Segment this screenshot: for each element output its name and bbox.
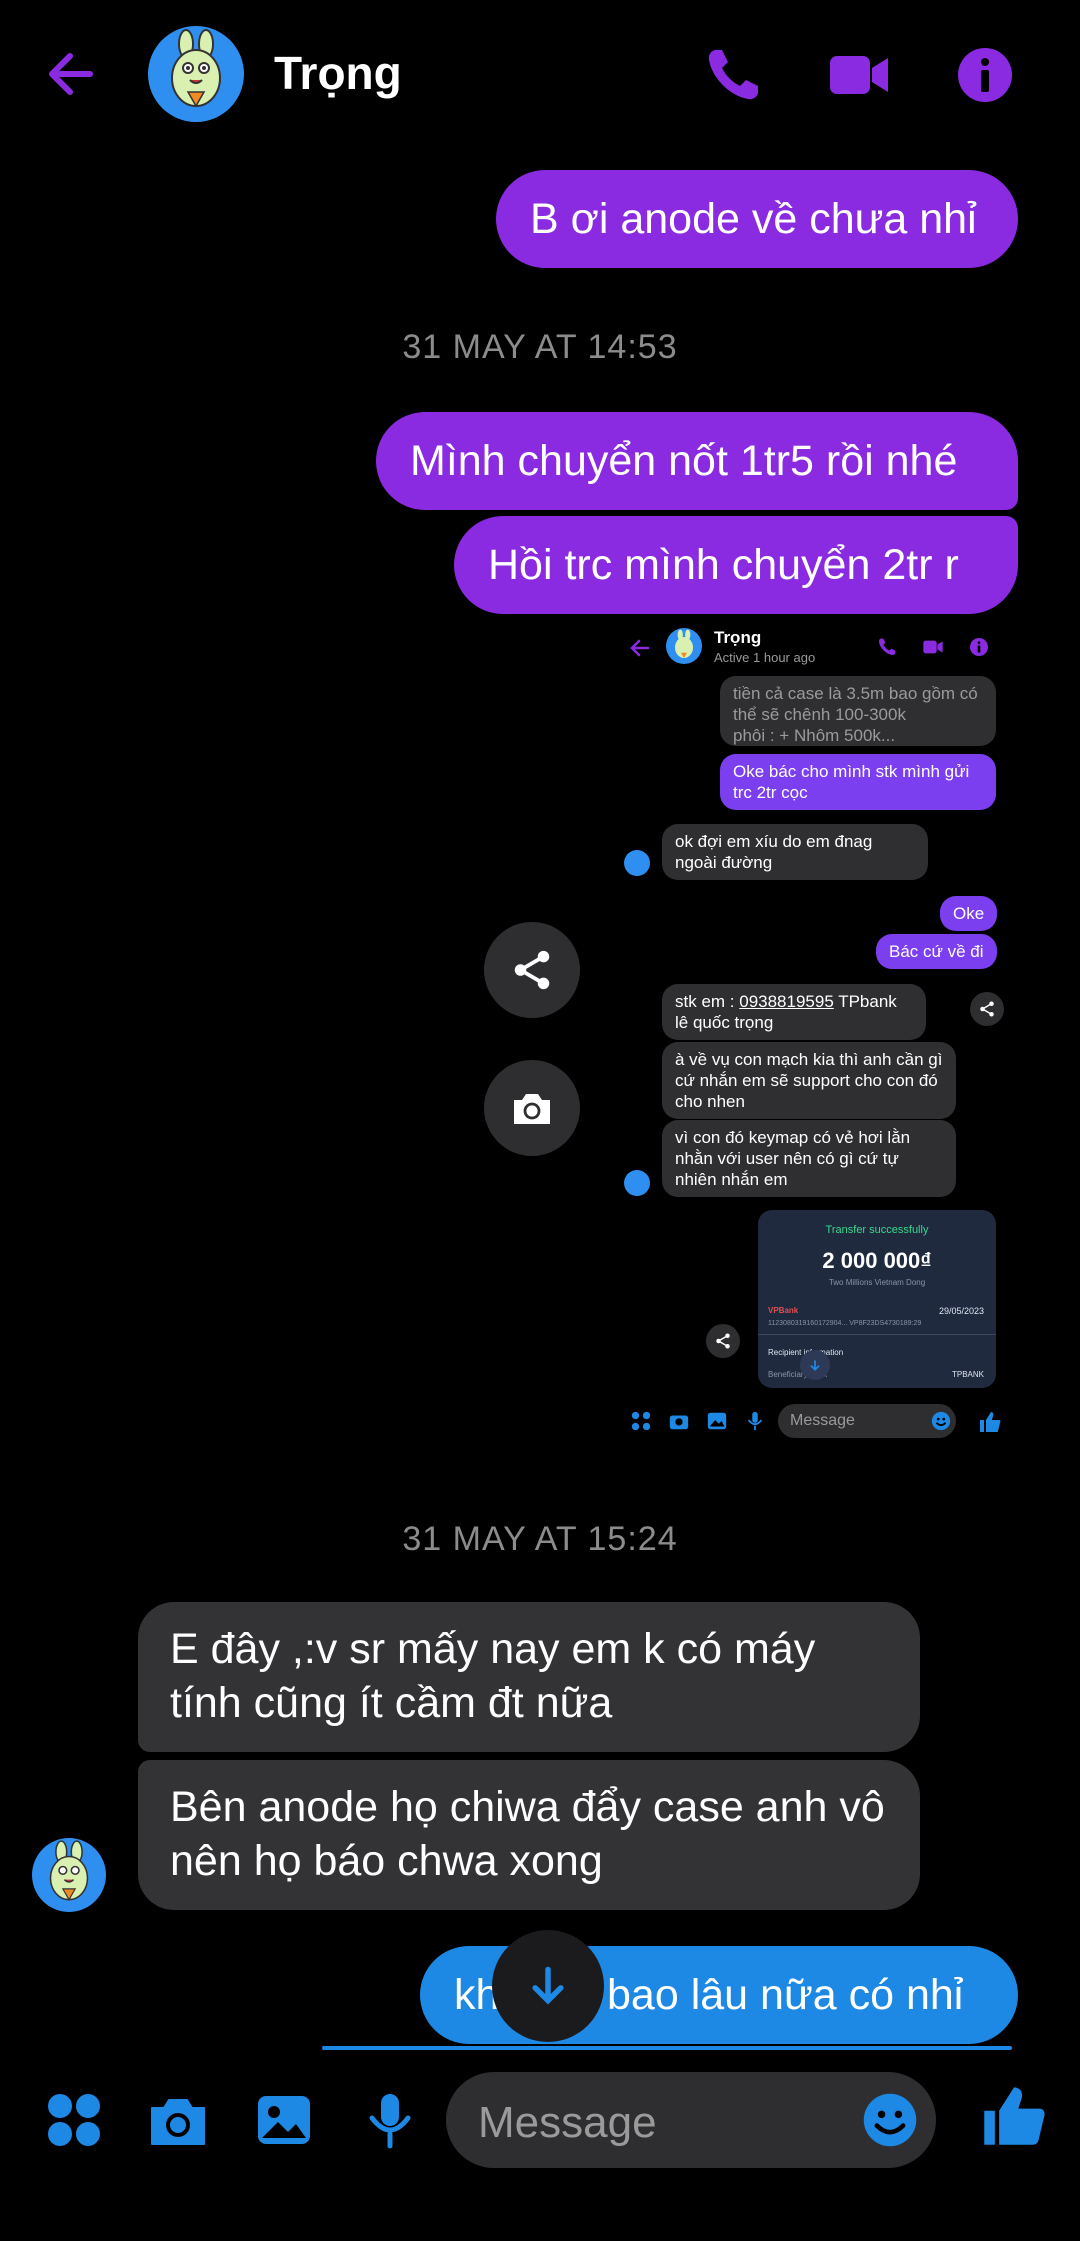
share-icon xyxy=(706,1324,740,1358)
divider xyxy=(758,1334,996,1335)
incoming-message: tiền cả case là 3.5m bao gồm có thể sẽ c… xyxy=(720,676,996,746)
conversation-header: Trọng xyxy=(0,0,1080,150)
video-call-icon[interactable] xyxy=(826,42,892,108)
transfer-receipt-image: Transfer successfully 2 000 000₫ Two Mil… xyxy=(758,1210,996,1388)
back-arrow-icon xyxy=(630,639,650,657)
transfer-amount: 2 000 000₫ xyxy=(822,1248,932,1273)
back-arrow-icon[interactable] xyxy=(40,42,104,106)
camera-icon[interactable] xyxy=(146,2088,210,2152)
scroll-to-bottom-button[interactable] xyxy=(492,1930,604,2042)
camera-button[interactable] xyxy=(484,1060,580,1156)
emoji-icon[interactable] xyxy=(860,2090,920,2150)
camera-icon xyxy=(514,1094,550,1124)
outgoing-message: Oke bác cho mình stk mình gửi trc 2tr cọ… xyxy=(720,754,996,810)
arrow-down-icon xyxy=(532,1966,564,2005)
video-call-icon xyxy=(923,640,943,654)
beneficiary-value: TPBANK xyxy=(951,1370,984,1379)
info-icon xyxy=(970,638,988,656)
active-status: Active 1 hour ago xyxy=(714,650,816,665)
account-line: 1123080319160172904... VP8F23DS4730189:2… xyxy=(768,1320,922,1327)
contact-name[interactable]: Trọng xyxy=(274,46,402,100)
emoji-icon xyxy=(931,1411,951,1431)
microphone-icon xyxy=(747,1411,763,1431)
like-icon xyxy=(980,1412,1001,1432)
avatar xyxy=(624,1170,650,1196)
mini-message-placeholder: Message xyxy=(790,1412,855,1429)
timestamp: 31 MAY AT 15:24 xyxy=(402,1520,678,1558)
scroll-down-icon xyxy=(800,1350,830,1380)
apps-icon xyxy=(631,1411,651,1431)
bank-logo: VPBank xyxy=(768,1306,799,1315)
contact-name: Trọng xyxy=(714,628,762,647)
gallery-icon[interactable] xyxy=(252,2088,316,2152)
share-icon xyxy=(970,992,1004,1026)
phone-call-icon[interactable] xyxy=(700,42,766,108)
transfer-amount-words: Two Millions Vietnam Dong xyxy=(828,1278,926,1287)
outgoing-message[interactable]: Mình chuyển nốt 1tr5 rồi nhé xyxy=(376,412,1018,510)
gallery-icon xyxy=(707,1412,727,1430)
outgoing-message: Bác cứ về đi xyxy=(876,934,997,969)
shared-screenshot-image[interactable]: Trọng Active 1 hour ago tiền cả case là … xyxy=(618,618,1028,1443)
incoming-message: vì con đó keymap có vẻ hơi lằn nhằn với … xyxy=(662,1120,956,1197)
camera-icon xyxy=(669,1415,689,1430)
incoming-message[interactable]: Bên anode họ chiwa đẩy case anh vô nên h… xyxy=(138,1760,920,1910)
share-button[interactable] xyxy=(484,922,580,1018)
like-icon[interactable] xyxy=(980,2080,1048,2150)
avatar xyxy=(624,850,650,876)
timestamp: 31 MAY AT 14:53 xyxy=(402,328,678,366)
info-icon[interactable] xyxy=(952,42,1018,108)
message-text: stk em : xyxy=(675,992,740,1011)
message-placeholder: Message xyxy=(478,2098,657,2147)
outgoing-message[interactable]: B ơi anode về chưa nhỉ xyxy=(496,170,1018,268)
incoming-message: stk em : 0938819595 TPbank lê quốc trọng xyxy=(662,984,926,1040)
outgoing-message[interactable]: Hồi trc mình chuyển 2tr r xyxy=(454,516,1018,614)
contact-avatar[interactable] xyxy=(32,1838,106,1912)
transfer-status: Transfer successfully xyxy=(825,1224,929,1236)
incoming-message: ok đợi em xíu do em đnag ngoài đường xyxy=(662,824,928,880)
phone-call-icon xyxy=(878,638,896,656)
outgoing-message: Oke xyxy=(940,896,998,931)
transfer-date: 29/05/2023 xyxy=(938,1306,984,1316)
avatar xyxy=(666,628,702,664)
incoming-message[interactable]: E đây ,:v sr mấy nay em k có máy tính cũ… xyxy=(138,1602,920,1752)
incoming-message: à về vụ con mạch kia thì anh cần gì cứ n… xyxy=(662,1042,956,1119)
contact-avatar[interactable] xyxy=(148,26,244,122)
apps-icon[interactable] xyxy=(42,2088,106,2152)
share-icon xyxy=(514,950,550,990)
microphone-icon[interactable] xyxy=(358,2088,422,2152)
phone-number-link: 0938819595 xyxy=(739,992,834,1011)
